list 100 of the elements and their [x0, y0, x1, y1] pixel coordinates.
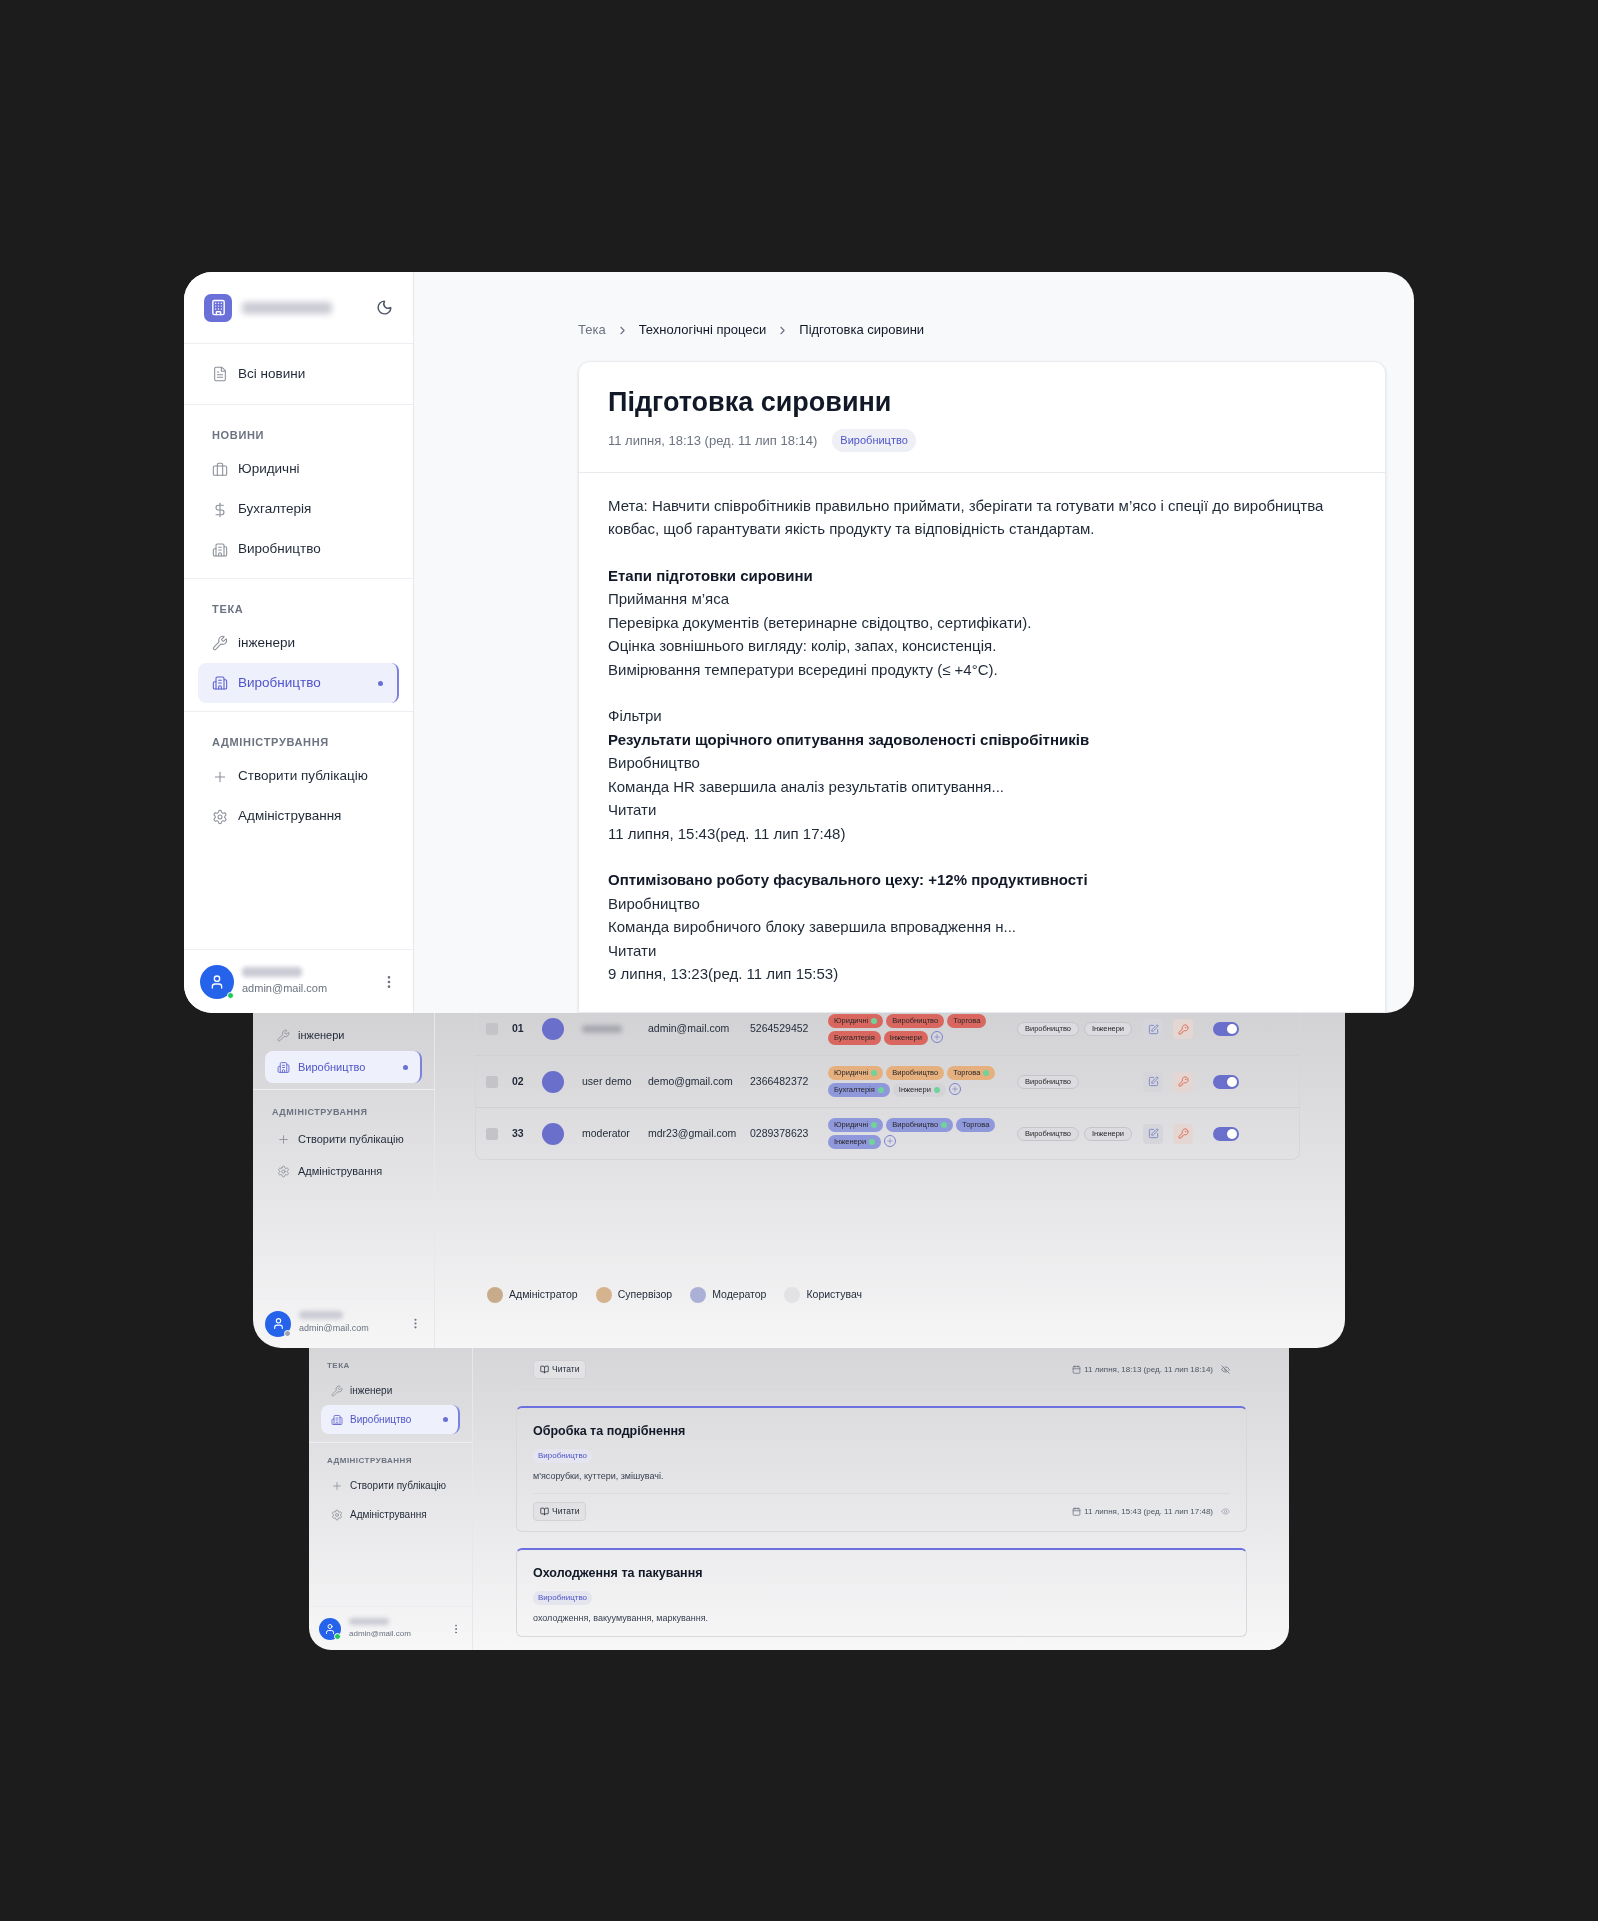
post-title: Охолодження та пакування — [533, 1565, 704, 1583]
user-icon — [271, 1317, 285, 1330]
edit-button[interactable] — [1143, 1123, 1163, 1144]
blurred-user-name — [349, 1617, 389, 1625]
user-avatar — [542, 1122, 564, 1145]
sidebar-item[interactable]: Виробництво — [198, 529, 399, 570]
sidebar-item[interactable]: інженери — [198, 623, 399, 663]
read-button[interactable]: Читати — [533, 1360, 587, 1379]
article-heading: Результати щорічного опитування задоволеності співробітників — [608, 729, 1091, 750]
section-heading: НОВИНИ — [211, 428, 266, 443]
sidebar-item[interactable]: Адміністрування — [265, 1155, 422, 1188]
key-icon — [1177, 1076, 1189, 1087]
sidebar-item[interactable]: Виробництво — [198, 663, 399, 703]
article-text: Команда HR завершила аналіз результатів опитування... — [608, 776, 1005, 797]
legend-label: Користувач — [806, 1287, 863, 1303]
user-avatar[interactable] — [265, 1310, 291, 1337]
calendar-icon — [1072, 1365, 1082, 1374]
sidebar-item[interactable]: Створити публікацію — [265, 1123, 422, 1156]
eye-icon[interactable] — [1221, 1507, 1230, 1517]
settings-icon — [212, 808, 228, 825]
user-icon — [324, 1622, 336, 1635]
sidebar-item[interactable]: Виробництво — [321, 1405, 460, 1434]
sidebar-item[interactable]: інженери — [321, 1376, 460, 1405]
plus-icon — [886, 1137, 895, 1145]
user-email: admin@mail.com — [648, 1021, 731, 1037]
article-text: Перевірка документів (ветеринарне свідоцтво, сертифікати). — [608, 612, 1033, 633]
post-date: 11 липня, 18:13 (ред. 11 лип 18:14) — [1084, 1363, 1213, 1376]
section-heading: АДМІНІСТРУВАННЯ — [326, 1455, 413, 1467]
user-phone: 5264529452 — [750, 1021, 810, 1037]
sidebar-label: Виробництво — [298, 1059, 366, 1075]
plus-icon — [277, 1133, 290, 1146]
row-number: 02 — [511, 1073, 525, 1089]
key-button[interactable] — [1173, 1123, 1193, 1144]
book-icon — [540, 1365, 549, 1374]
sidebar-item[interactable]: Адміністрування — [198, 796, 399, 837]
wrench-icon — [277, 1028, 290, 1042]
sidebar-item[interactable]: інженери — [265, 1019, 422, 1051]
user-avatar — [542, 1018, 564, 1040]
sidebar-label: Створити публікацію — [238, 767, 368, 786]
toggle-switch[interactable] — [1213, 1126, 1239, 1141]
dollar-icon — [212, 501, 228, 518]
plus-icon — [932, 1032, 941, 1041]
sidebar-item[interactable]: Адміністрування — [321, 1500, 460, 1529]
user-email: admin@mail.com — [299, 1322, 369, 1336]
article-date: 11 липня, 18:13 (ред. 11 лип 18:14) — [608, 431, 818, 450]
key-button[interactable] — [1173, 1019, 1193, 1039]
article-title: Підготовка сировини — [608, 386, 893, 419]
article-text: Читати — [608, 800, 658, 820]
book-icon — [540, 1507, 549, 1517]
sidebar-label: інженери — [350, 1384, 393, 1398]
user-phone: 2366482372 — [750, 1073, 810, 1089]
moon-icon[interactable] — [376, 299, 393, 316]
user-icon — [209, 973, 225, 990]
sidebar-item[interactable]: Бухгалтерія — [198, 489, 399, 530]
sidebar-item[interactable]: Юридичні — [198, 449, 399, 490]
user-email: admin@mail.com — [242, 980, 328, 996]
sidebar-item[interactable]: Всі новини — [198, 354, 399, 394]
sidebar-label: Адміністрування — [238, 807, 342, 826]
row-checkbox[interactable] — [486, 1127, 498, 1140]
building-icon — [212, 675, 228, 691]
wrench-icon — [212, 635, 228, 651]
category-tag: Виробництво — [533, 1591, 593, 1605]
sidebar-label: інженери — [238, 633, 295, 652]
sidebar-label: інженери — [298, 1027, 345, 1043]
user-avatar[interactable] — [319, 1617, 341, 1640]
section-heading: АДМІНІСТРУВАННЯ — [211, 735, 330, 750]
plus-icon — [331, 1479, 343, 1492]
user-email: admin@mail.com — [349, 1627, 411, 1640]
read-button[interactable]: Читати — [533, 1502, 587, 1522]
article-text: Виробництво — [608, 893, 701, 914]
key-button[interactable] — [1173, 1071, 1193, 1092]
sidebar-item[interactable]: Виробництво — [265, 1051, 422, 1083]
category-tag: Виробництво — [832, 429, 916, 452]
article-text: Оцінка зовнішнього вигляду: колір, запах, консистенція. — [608, 636, 998, 656]
blurred-user-name — [299, 1311, 343, 1320]
wrench-icon — [331, 1384, 343, 1397]
post-title: Обробка та подрібнення — [533, 1423, 687, 1440]
article-text: Читати — [608, 940, 658, 961]
eye-off-icon[interactable] — [1221, 1365, 1230, 1374]
toggle-switch[interactable] — [1213, 1074, 1239, 1089]
sidebar-item[interactable]: Створити публікацію — [321, 1471, 460, 1500]
toggle-switch[interactable] — [1213, 1022, 1239, 1036]
sidebar-label: Адміністрування — [298, 1164, 383, 1180]
breadcrumb-link[interactable]: Технологічні процеси — [638, 320, 767, 340]
building-logo-icon — [204, 293, 232, 322]
breadcrumb-link[interactable]: Підготовка сировини — [799, 320, 925, 340]
row-number: 01 — [511, 1021, 525, 1037]
user-email: mdr23@gmail.com — [648, 1125, 738, 1141]
user-avatar — [542, 1070, 564, 1093]
edit-icon — [1147, 1076, 1159, 1087]
breadcrumb-link[interactable]: Тека — [578, 320, 606, 340]
user-avatar[interactable] — [200, 964, 234, 999]
user-email: demo@gmail.com — [648, 1073, 734, 1089]
sidebar-item[interactable]: Створити публікацію — [198, 756, 399, 797]
building-icon — [212, 541, 228, 558]
sidebar-label: Виробництво — [350, 1413, 412, 1427]
row-number: 33 — [511, 1125, 525, 1141]
article-text: Вимірювання температури всередині продукту (≤ +4°C). — [608, 659, 999, 680]
edit-icon — [1147, 1023, 1159, 1035]
edit-icon — [1147, 1128, 1159, 1139]
